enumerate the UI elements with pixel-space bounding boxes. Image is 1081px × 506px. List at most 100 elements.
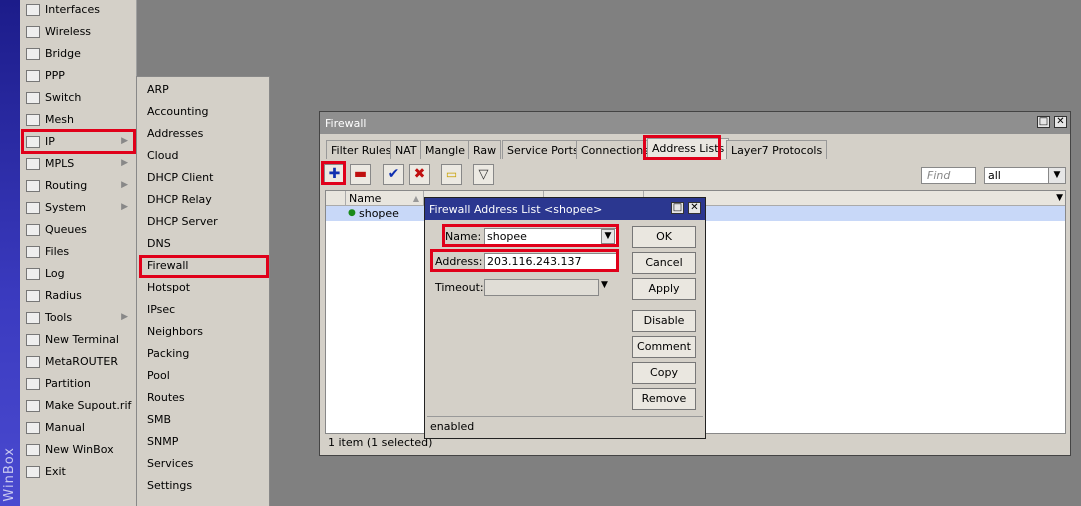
menu-item-tools[interactable]: Tools ▶ <box>22 307 134 328</box>
menu-item-label: Partition <box>45 377 91 390</box>
submenu-item-pool[interactable]: Pool <box>147 365 170 387</box>
submenu-item-routes[interactable]: Routes <box>147 387 185 409</box>
menu-item-new-terminal[interactable]: New Terminal <box>22 329 134 350</box>
submenu-item-addresses[interactable]: Addresses <box>147 123 203 145</box>
submenu-item-services[interactable]: Services <box>147 453 193 475</box>
timeout-field[interactable] <box>484 279 599 296</box>
submenu-item-firewall[interactable]: Firewall <box>147 255 188 277</box>
tab-nat[interactable]: NAT <box>390 140 422 159</box>
exit-icon <box>26 465 40 478</box>
find-input[interactable]: Find <box>921 167 976 184</box>
chevron-right-icon: ▶ <box>121 180 128 190</box>
menu-item-ip[interactable]: IP ▶ <box>22 131 134 152</box>
menu-item-mpls[interactable]: MPLS ▶ <box>22 153 134 174</box>
name-dropdown-icon[interactable]: ▼ <box>601 229 615 244</box>
maximize-icon[interactable]: □ <box>671 202 684 214</box>
enabled-icon: ● <box>348 208 356 218</box>
close-icon[interactable]: ✕ <box>688 202 701 214</box>
menu-item-interfaces[interactable]: Interfaces <box>22 0 134 20</box>
copy-button[interactable]: Copy <box>632 362 696 384</box>
tab-filter-rules[interactable]: Filter Rules <box>326 140 397 159</box>
menu-item-label: Manual <box>45 421 85 434</box>
submenu-item-settings[interactable]: Settings <box>147 475 192 497</box>
apply-button[interactable]: Apply <box>632 278 696 300</box>
submenu-item-ipsec[interactable]: IPsec <box>147 299 175 321</box>
maximize-icon[interactable]: □ <box>1037 116 1050 128</box>
cancel-button[interactable]: Cancel <box>632 252 696 274</box>
menu-item-ppp[interactable]: PPP <box>22 65 134 86</box>
mpls-icon <box>26 157 40 170</box>
tab-raw[interactable]: Raw <box>468 140 502 159</box>
menu-item-manual[interactable]: Manual <box>22 417 134 438</box>
timeout-dropdown-icon[interactable]: ▼ <box>601 280 608 290</box>
menu-item-radius[interactable]: Radius <box>22 285 134 306</box>
menu-item-switch[interactable]: Switch <box>22 87 134 108</box>
submenu-item-packing[interactable]: Packing <box>147 343 189 365</box>
submenu-item-snmp[interactable]: SNMP <box>147 431 178 453</box>
submenu-item-accounting[interactable]: Accounting <box>147 101 208 123</box>
main-menu: Interfaces Wireless Bridge PPP Switch Mesh IP ▶… <box>20 0 137 506</box>
menu-item-files[interactable]: Files <box>22 241 134 262</box>
address-label: Address: <box>435 255 483 268</box>
menu-item-bridge[interactable]: Bridge <box>22 43 134 64</box>
firewall-title: Firewall <box>325 117 367 130</box>
disable-button[interactable]: Disable <box>632 310 696 332</box>
submenu-item-dns[interactable]: DNS <box>147 233 171 255</box>
remove-button[interactable]: ▬ <box>350 164 371 185</box>
tab-address-lists[interactable]: Address Lists <box>647 138 730 159</box>
submenu-item-dhcp-relay[interactable]: DHCP Relay <box>147 189 212 211</box>
chevron-down-icon[interactable]: ▼ <box>1048 168 1065 183</box>
submenu-item-hotspot[interactable]: Hotspot <box>147 277 190 299</box>
menu-item-label: MPLS <box>45 157 75 170</box>
menu-item-label: Log <box>45 267 65 280</box>
menu-item-label: Interfaces <box>45 3 100 16</box>
column-header-name[interactable]: Name ▲ <box>346 191 424 206</box>
remove-button[interactable]: Remove <box>632 388 696 410</box>
tab-layer7-protocols[interactable]: Layer7 Protocols <box>726 140 828 159</box>
ok-button[interactable]: OK <box>632 226 696 248</box>
submenu-item-neighbors[interactable]: Neighbors <box>147 321 203 343</box>
disable-button[interactable]: ✖ <box>409 164 430 185</box>
interfaces-icon <box>26 3 40 16</box>
submenu-item-dhcp-client[interactable]: DHCP Client <box>147 167 213 189</box>
submenu-item-cloud[interactable]: Cloud <box>147 145 178 167</box>
menu-item-label: Exit <box>45 465 66 478</box>
filter-button[interactable]: ▽ <box>473 164 494 185</box>
firewall-titlebar[interactable]: Firewall □ ✕ <box>320 112 1070 134</box>
name-field[interactable]: shopee <box>484 228 617 245</box>
menu-item-label: Files <box>45 245 70 258</box>
menu-item-log[interactable]: Log <box>22 263 134 284</box>
radius-icon <box>26 289 40 302</box>
submenu-item-dhcp-server[interactable]: DHCP Server <box>147 211 218 233</box>
comment-button[interactable]: Comment <box>632 336 696 358</box>
menu-item-wireless[interactable]: Wireless <box>22 21 134 42</box>
comment-button[interactable]: ▭ <box>441 164 462 185</box>
menu-item-routing[interactable]: Routing ▶ <box>22 175 134 196</box>
dialog-titlebar[interactable]: Firewall Address List <shopee> □ ✕ <box>425 198 705 220</box>
menu-item-queues[interactable]: Queues <box>22 219 134 240</box>
menu-item-metarouter[interactable]: MetaROUTER <box>22 351 134 372</box>
submenu-item-arp[interactable]: ARP <box>147 79 169 101</box>
queues-icon <box>26 223 40 236</box>
list-filter-select[interactable]: all ▼ <box>984 167 1066 184</box>
menu-item-exit[interactable]: Exit <box>22 461 134 482</box>
column-menu-icon[interactable]: ▼ <box>1056 191 1063 206</box>
menu-item-partition[interactable]: Partition <box>22 373 134 394</box>
dialog-status: enabled <box>427 416 703 436</box>
add-button[interactable]: ✚ <box>324 164 345 185</box>
close-icon[interactable]: ✕ <box>1054 116 1067 128</box>
tab-service-ports[interactable]: Service Ports <box>502 140 584 159</box>
menu-item-make-supout-rif[interactable]: Make Supout.rif <box>22 395 134 416</box>
menu-item-label: Routing <box>45 179 88 192</box>
menu-item-new-winbox[interactable]: New WinBox <box>22 439 134 460</box>
tools-icon <box>26 311 40 324</box>
menu-item-mesh[interactable]: Mesh <box>22 109 134 130</box>
submenu-item-smb[interactable]: SMB <box>147 409 171 431</box>
tab-connections[interactable]: Connections <box>576 140 654 159</box>
column-header-blank <box>326 191 346 206</box>
enable-button[interactable]: ✔ <box>383 164 404 185</box>
address-list-dialog: Firewall Address List <shopee> □ ✕ Name:… <box>424 197 706 439</box>
menu-item-system[interactable]: System ▶ <box>22 197 134 218</box>
address-field[interactable]: 203.116.243.137 <box>484 253 617 270</box>
tab-mangle[interactable]: Mangle <box>420 140 471 159</box>
